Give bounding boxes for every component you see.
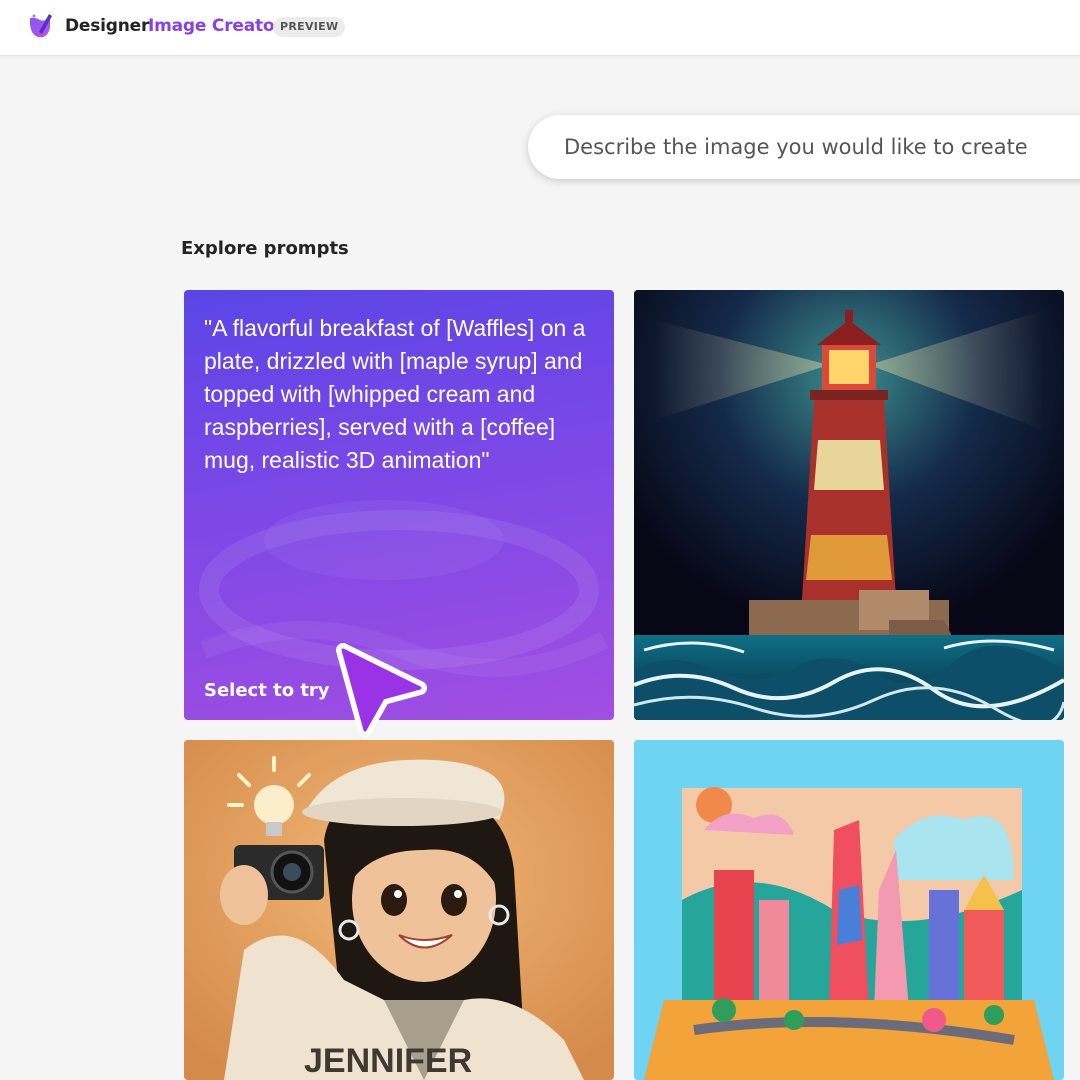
example-image-lighthouse[interactable] — [634, 290, 1064, 720]
brand-name[interactable]: Designer — [65, 16, 149, 36]
paper-city-image — [634, 740, 1064, 1080]
jacket-lettering: JENNIFER — [304, 1042, 472, 1080]
explore-prompts-heading: Explore prompts — [181, 238, 349, 259]
product-name[interactable]: Image Creator — [148, 16, 283, 36]
girl-camera-image: JENNIFER — [184, 740, 614, 1080]
prompt-search-input[interactable] — [528, 115, 1080, 179]
prompt-text: "A flavorful breakfast of [Waffles] on a… — [204, 315, 586, 473]
top-bar: Designer Image Creator PREVIEW — [0, 0, 1080, 56]
example-image-girl-camera[interactable]: JENNIFER — [184, 740, 614, 1080]
example-image-paper-city[interactable] — [634, 740, 1064, 1080]
preview-badge: PREVIEW — [273, 17, 346, 37]
lighthouse-image — [634, 290, 1064, 720]
cursor-pointer-icon — [336, 643, 427, 737]
designer-logo-icon[interactable] — [24, 10, 56, 42]
select-to-try-label[interactable]: Select to try — [204, 680, 330, 701]
